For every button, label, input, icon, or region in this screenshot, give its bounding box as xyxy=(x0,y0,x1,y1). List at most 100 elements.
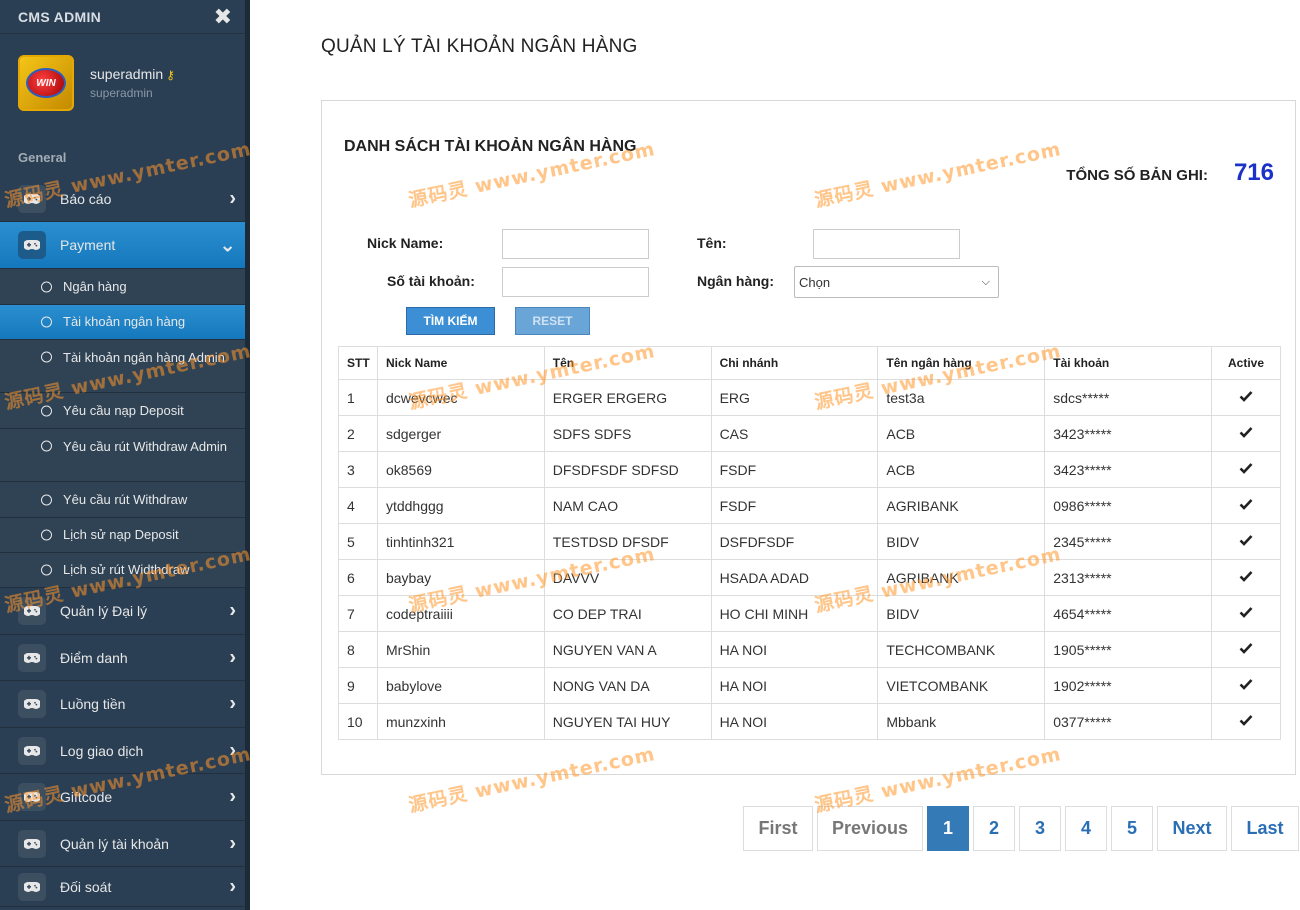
page-previous[interactable]: Previous xyxy=(817,806,923,851)
sidebar-subitem-yeu-cau-nap-deposit[interactable]: Yêu cầu nạp Deposit xyxy=(0,393,250,429)
page-4[interactable]: 4 xyxy=(1065,806,1107,851)
sidebar-subitem-label: Lịch sử nạp Deposit xyxy=(63,527,179,542)
col-nick-name[interactable]: Nick Name xyxy=(376,346,545,380)
page-2[interactable]: 2 xyxy=(973,806,1015,851)
cell-ten: DFSDFSDF SDFSD xyxy=(543,451,712,488)
total-value: 716 xyxy=(1233,159,1274,186)
col-bank-name[interactable]: Tên ngân hàng xyxy=(877,346,1046,380)
chevron-right-icon: › xyxy=(229,832,236,854)
check-icon xyxy=(1239,571,1253,582)
cell-bank-name: BIDV xyxy=(877,595,1046,632)
sidebar-subitem-lich-su-nap-deposit[interactable]: Lịch sử nạp Deposit xyxy=(0,518,250,553)
cell-bank-name: AGRIBANK xyxy=(877,559,1046,596)
sidebar-item-log-giao-dich[interactable]: Log giao dịch › xyxy=(0,728,250,774)
cell-account: 0377***** xyxy=(1044,703,1212,740)
sidebar-item-label: Điểm danh xyxy=(60,649,128,666)
nick-name-label: Nick Name: xyxy=(367,235,444,251)
check-icon xyxy=(1239,715,1253,726)
check-icon xyxy=(1239,679,1253,690)
col-branch[interactable]: Chi nhánh xyxy=(710,346,879,380)
page-first[interactable]: First xyxy=(743,806,813,851)
ten-label: Tên: xyxy=(697,235,727,251)
sidebar-item-label: Quản lý tài khoản xyxy=(60,835,169,852)
check-icon xyxy=(1239,607,1253,618)
section-general: General xyxy=(18,150,67,165)
table-row[interactable]: 1 dcwevcwec ERGER ERGERG ERG test3a sdcs***** xyxy=(338,379,1281,416)
page-title: QUẢN LÝ TÀI KHOẢN NGÂN HÀNG xyxy=(321,36,638,57)
check-icon xyxy=(1239,535,1253,546)
sidebar-item-luong-tien[interactable]: Luồng tiền › xyxy=(0,681,250,728)
cell-ten: NONG VAN DA xyxy=(543,667,712,704)
sidebar-item-giftcode[interactable]: Giftcode › xyxy=(0,774,250,821)
cell-nick-name: sdgerger xyxy=(376,415,545,452)
accounts-table: STT Nick Name Tên Chi nhánh Tên ngân hàn… xyxy=(338,346,1281,740)
sidebar-item-doi-soat[interactable]: Đối soát › xyxy=(0,867,250,907)
page-3[interactable]: 3 xyxy=(1019,806,1061,851)
cell-nick-name: MrShin xyxy=(376,631,545,668)
sidebar-item-payment[interactable]: Payment ⌄ xyxy=(0,222,250,269)
table-row[interactable]: 6 baybay DAVVV HSADA ADAD AGRIBANK 2313***** xyxy=(338,559,1281,596)
sidebar-subitem-yeu-cau-rut-withdraw-admin[interactable]: Yêu cầu rút Withdraw Admin xyxy=(0,429,250,482)
account-number-input[interactable] xyxy=(502,267,649,297)
cell-ten: ERGER ERGERG xyxy=(543,379,712,416)
page-next[interactable]: Next xyxy=(1157,806,1227,851)
sidebar-subitem-tai-khoan-ngan-hang-admin[interactable]: Tài khoản ngân hàng Admin xyxy=(0,340,250,393)
table-row[interactable]: 8 MrShin NGUYEN VAN A HA NOI TECHCOMBANK 1905… xyxy=(338,631,1281,668)
page-1[interactable]: 1 xyxy=(927,806,969,851)
table-row[interactable]: 4 ytddhggg NAM CAO FSDF AGRIBANK 0986***** xyxy=(338,487,1281,524)
table-row[interactable]: 2 sdgerger SDFS SDFS CAS ACB 3423***** xyxy=(338,415,1281,452)
cell-branch: HSADA ADAD xyxy=(710,559,879,596)
sidebar-item-bao-cao[interactable]: Báo cáo › xyxy=(0,176,250,222)
reset-button[interactable]: RESET xyxy=(515,307,590,335)
table-row[interactable]: 10 munzxinh NGUYEN TAI HUY HA NOI Mbbank 0377… xyxy=(338,703,1281,740)
cell-active xyxy=(1211,703,1281,740)
sidebar-item-quan-ly-dai-ly[interactable]: Quản lý Đại lý › xyxy=(0,588,250,635)
page-last[interactable]: Last xyxy=(1231,806,1299,851)
sidebar-item-diem-danh[interactable]: Điểm danh › xyxy=(0,635,250,681)
sidebar-item-quan-ly-tai-khoan[interactable]: Quản lý tài khoản › xyxy=(0,821,250,867)
cell-nick-name: ytddhggg xyxy=(376,487,545,524)
profile-name[interactable]: superadmin xyxy=(90,66,163,82)
cell-account: 3423***** xyxy=(1044,415,1212,452)
chevron-down-icon: ⌵ xyxy=(981,276,990,288)
chevron-right-icon: › xyxy=(229,646,236,668)
page-5[interactable]: 5 xyxy=(1111,806,1153,851)
profile-role: superadmin xyxy=(90,86,153,100)
ten-input[interactable] xyxy=(813,229,960,259)
nick-name-input[interactable] xyxy=(502,229,649,259)
chevron-right-icon: › xyxy=(229,875,236,897)
gamepad-icon xyxy=(18,872,46,901)
sidebar-subitem-lich-su-rut-withdraw[interactable]: Lịch sử rút Widthdraw xyxy=(0,553,250,588)
cell-stt: 10 xyxy=(338,703,378,740)
check-icon xyxy=(1239,643,1253,654)
cell-account: 2345***** xyxy=(1044,523,1212,560)
sidebar-subitem-ngan-hang[interactable]: Ngân hàng xyxy=(0,269,250,305)
circle-icon xyxy=(41,440,52,452)
table-row[interactable]: 7 codeptraiiii CO DEP TRAI HO CHI MINH BIDV 4… xyxy=(338,595,1281,632)
cell-active xyxy=(1211,451,1281,488)
cell-ten: CO DEP TRAI xyxy=(543,595,712,632)
close-icon[interactable]: ✖ xyxy=(214,5,232,28)
col-stt[interactable]: STT xyxy=(338,346,378,380)
sidebar-item-label: Giftcode xyxy=(60,789,113,805)
avatar[interactable]: WIN xyxy=(18,55,74,111)
profile: WIN superadmin ⚷ superadmin xyxy=(0,34,250,132)
col-active[interactable]: Active xyxy=(1211,346,1281,380)
col-ten[interactable]: Tên xyxy=(543,346,712,380)
cell-bank-name: ACB xyxy=(877,451,1046,488)
cell-nick-name: dcwevcwec xyxy=(376,379,545,416)
sidebar-subitem-yeu-cau-rut-withdraw[interactable]: Yêu cầu rút Withdraw xyxy=(0,482,250,518)
bank-select[interactable]: Chọn ⌵ xyxy=(794,266,999,298)
cell-account: 2313***** xyxy=(1044,559,1212,596)
search-button[interactable]: TÌM KIẾM xyxy=(406,307,495,335)
table-row[interactable]: 5 tinhtinh321 TESTDSD DFSDF DSFDFSDF BIDV 234… xyxy=(338,523,1281,560)
cell-bank-name: AGRIBANK xyxy=(877,487,1046,524)
accounts-panel: DANH SÁCH TÀI KHOẢN NGÂN HÀNG TỔNG SỐ BẢ… xyxy=(321,100,1296,775)
cell-branch: HA NOI xyxy=(710,703,879,740)
table-row[interactable]: 9 babylove NONG VAN DA HA NOI VIETCOMBANK 190… xyxy=(338,667,1281,704)
sidebar-subitem-tai-khoan-ngan-hang[interactable]: Tài khoản ngân hàng xyxy=(0,305,250,340)
cell-stt: 1 xyxy=(338,379,378,416)
cell-active xyxy=(1211,595,1281,632)
table-row[interactable]: 3 ok8569 DFSDFSDF SDFSD FSDF ACB 3423***** xyxy=(338,451,1281,488)
col-account[interactable]: Tài khoản xyxy=(1044,346,1212,380)
